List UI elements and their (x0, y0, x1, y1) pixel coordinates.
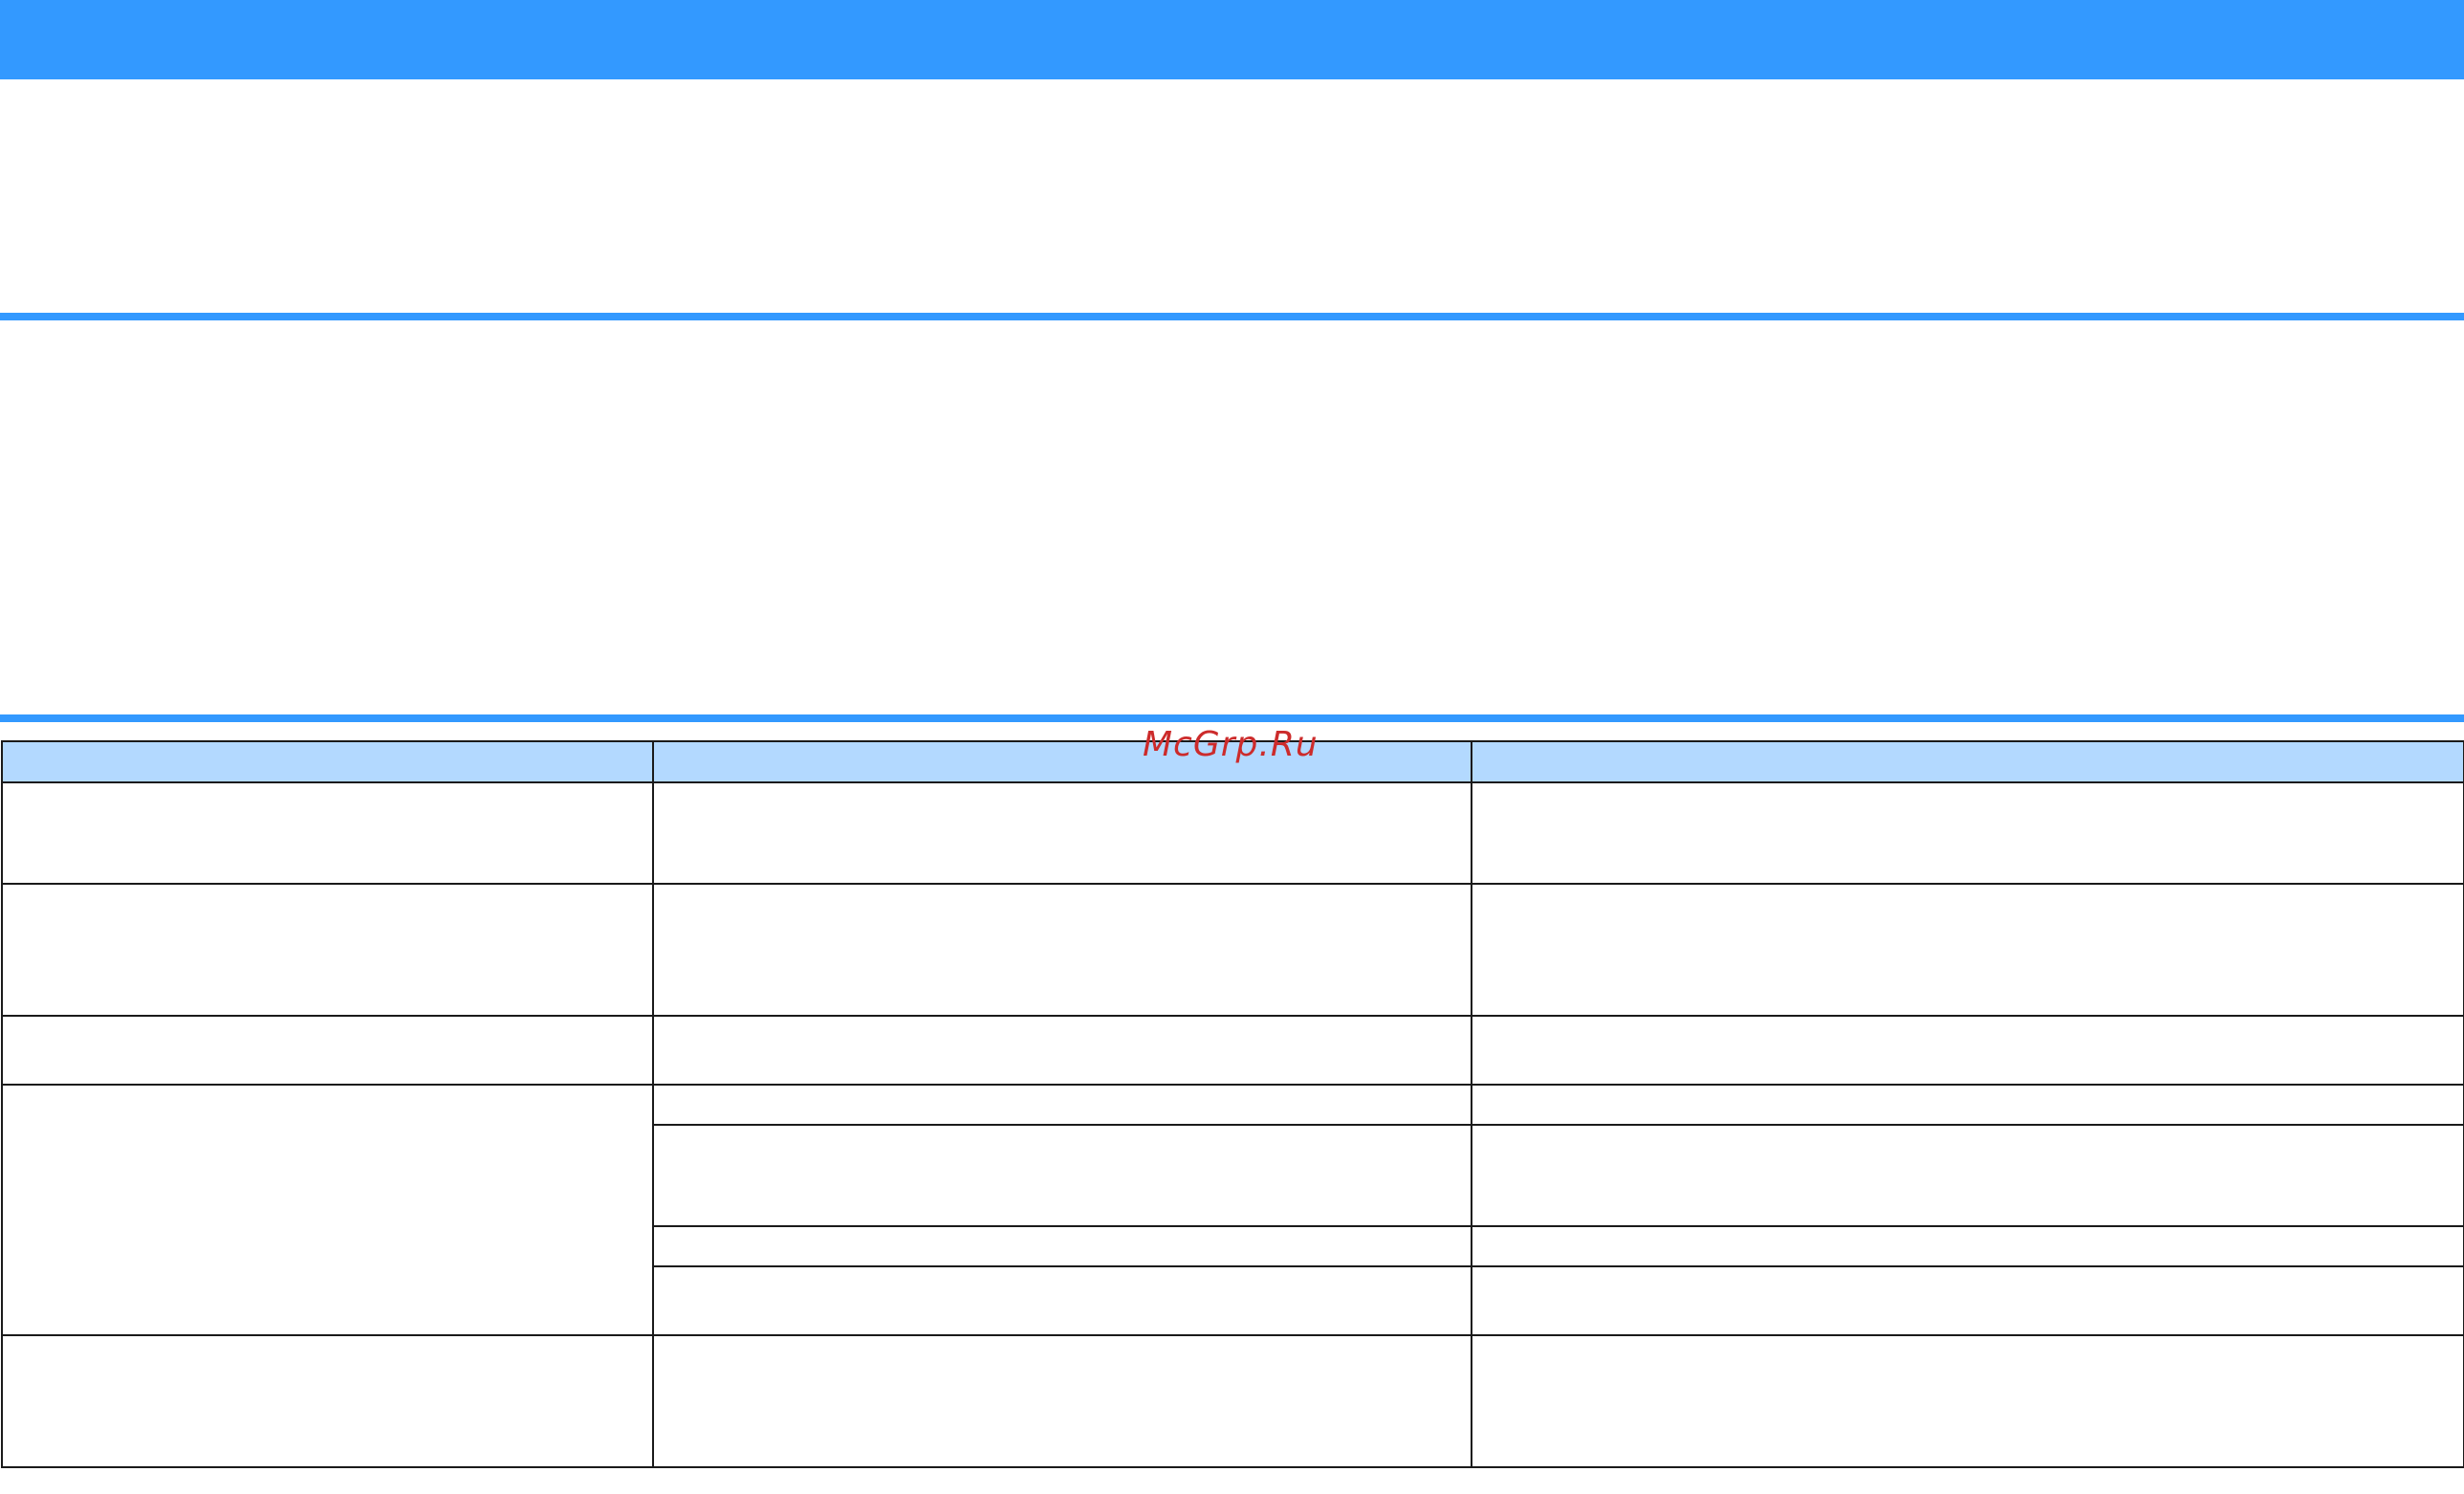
table-cell (652, 1225, 1472, 1267)
table-cell (1471, 883, 2464, 1017)
table-header-cell (1471, 740, 2464, 783)
table-cell (1, 883, 654, 1017)
table-cell (1, 781, 654, 885)
table-row (1, 1334, 2464, 1468)
table-cell (652, 781, 1472, 885)
table-row (1, 1015, 2464, 1086)
table-cell (1471, 1015, 2464, 1086)
table-row (1, 1084, 2464, 1336)
table-cell (1471, 1084, 2464, 1126)
table-cell (1471, 1334, 2464, 1468)
table-header-cell (1, 740, 654, 783)
table-header-cell (652, 740, 1472, 783)
table-cell (652, 1015, 1472, 1086)
section-divider (0, 714, 2464, 722)
table-cell (1, 1334, 654, 1468)
table-cell (1, 1015, 654, 1086)
table-row (1, 883, 2464, 1017)
table-cell (652, 1265, 1472, 1336)
page: McGrp.Ru (0, 0, 2464, 1494)
watermark-text: McGrp.Ru (1143, 725, 1319, 764)
table-cell (1471, 781, 2464, 885)
header-bar (0, 0, 2464, 79)
table-cell (1471, 1265, 2464, 1336)
spec-table (1, 740, 2464, 1468)
table-cell (1471, 1225, 2464, 1267)
table-cell (652, 1084, 1472, 1126)
table-cell (1471, 1124, 2464, 1227)
table-cell (652, 1124, 1472, 1227)
table-cell (652, 1334, 1472, 1468)
table-cell (652, 883, 1472, 1017)
table-row (1, 781, 2464, 885)
section-divider (0, 313, 2464, 320)
table-cell-merged (1, 1084, 654, 1336)
